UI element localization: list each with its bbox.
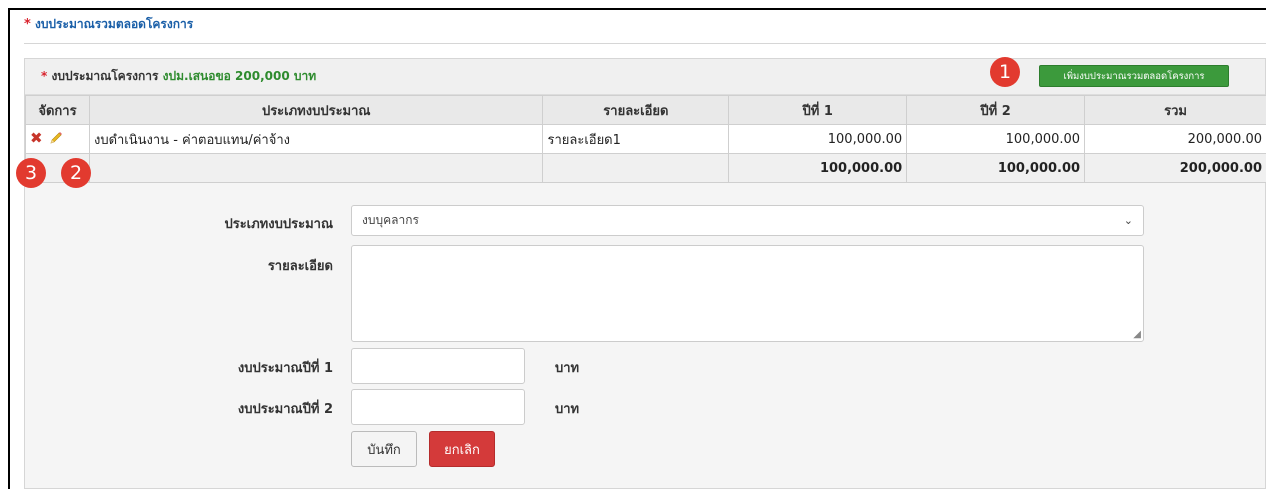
year1-unit: บาท	[555, 361, 580, 376]
required-star: *	[24, 17, 31, 32]
table-header-row: จัดการ ประเภทงบประมาณ รายละเอียด ปีที่ 1…	[25, 95, 1266, 125]
table-footer-row: 100,000.00 100,000.00 200,000.00	[25, 153, 1266, 183]
detail-label: รายละเอียด	[267, 259, 333, 274]
resize-grip-icon[interactable]: ◢	[1133, 329, 1141, 340]
total-cell: 200,000.00	[1084, 124, 1266, 154]
budget-type-label: ประเภทงบประมาณ	[224, 217, 333, 232]
col-header-detail: รายละเอียด	[542, 95, 730, 125]
footer-year2-sum: 100,000.00	[906, 153, 1086, 183]
budget-table: จัดการ ประเภทงบประมาณ รายละเอียด ปีที่ 1…	[25, 95, 1266, 183]
chevron-down-icon: ⌄	[1123, 214, 1133, 227]
year1-cell: 100,000.00	[728, 124, 908, 154]
proposed-budget-amount: งปม.เสนอขอ 200,000 บาท	[162, 69, 317, 83]
col-header-manage: จัดการ	[25, 95, 90, 125]
required-star: *	[41, 69, 48, 83]
year2-budget-label: งบประมาณปีที่ 2	[237, 402, 333, 417]
manage-cell: ✖	[25, 124, 90, 154]
panel-title: * งบประมาณโครงการ งปม.เสนอขอ 200,000 บาท	[41, 67, 316, 86]
footer-total-sum: 200,000.00	[1084, 153, 1266, 183]
detail-cell: รายละเอียด1	[542, 124, 730, 154]
section-title-text: งบประมาณรวมตลอดโครงการ	[34, 17, 194, 31]
add-total-budget-button[interactable]: เพิ่มงบประมาณรวมตลอดโครงการ	[1039, 65, 1229, 87]
footer-blank	[542, 153, 730, 183]
cancel-button[interactable]: ยกเลิก	[429, 431, 495, 467]
detail-textarea[interactable]: ◢	[351, 245, 1144, 342]
col-header-year1: ปีที่ 1	[728, 95, 908, 125]
footer-year1-sum: 100,000.00	[728, 153, 908, 183]
budget-type-cell: งบดำเนินงาน - ค่าตอบแทน/ค่าจ้าง	[88, 124, 544, 154]
budget-type-select[interactable]: งบบุคลากร ⌄	[351, 205, 1144, 236]
col-header-year2: ปีที่ 2	[906, 95, 1086, 125]
section-header: * งบประมาณรวมตลอดโครงการ	[24, 12, 1266, 44]
save-button[interactable]: บันทึก	[351, 431, 417, 467]
year1-budget-input[interactable]	[351, 348, 525, 384]
year1-budget-label: งบประมาณปีที่ 1	[237, 361, 333, 376]
col-header-budget-type: ประเภทงบประมาณ	[88, 95, 544, 125]
budget-panel: * งบประมาณโครงการ งปม.เสนอขอ 200,000 บาท…	[24, 58, 1266, 489]
close-x-icon[interactable]: ✖	[30, 129, 43, 147]
table-row: ✖ งบดำเนินงาน - ค่าตอบแทน/ค่าจ้าง รายละเ…	[25, 124, 1266, 154]
footer-blank	[88, 153, 544, 183]
callout-badge-edit: 2	[61, 158, 91, 188]
year2-unit: บาท	[555, 402, 580, 417]
panel-title-label: งบประมาณโครงการ	[51, 69, 159, 83]
budget-type-value: งบบุคลากร	[362, 213, 419, 227]
year2-cell: 100,000.00	[906, 124, 1086, 154]
section-title: * งบประมาณรวมตลอดโครงการ	[24, 15, 193, 34]
callout-badge-delete: 3	[16, 158, 46, 188]
pencil-icon[interactable]	[49, 131, 63, 149]
col-header-total: รวม	[1084, 95, 1266, 125]
year2-budget-input[interactable]	[351, 389, 525, 425]
panel-header: * งบประมาณโครงการ งปม.เสนอขอ 200,000 บาท…	[25, 59, 1265, 95]
callout-badge-add: 1	[990, 57, 1020, 87]
